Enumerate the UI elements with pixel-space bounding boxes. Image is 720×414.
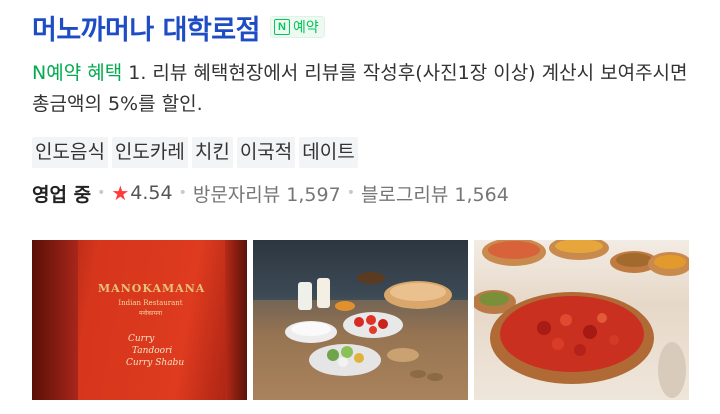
naver-booking-badge[interactable]: N 예약 xyxy=(269,16,325,38)
blog-reviews-link[interactable]: 블로그리뷰 1,564 xyxy=(361,180,509,207)
photo-curry-bowl[interactable] xyxy=(474,240,689,400)
photo-pillar xyxy=(32,240,78,400)
tag-item[interactable]: 인도음식 xyxy=(32,137,108,168)
separator-dot: • xyxy=(346,185,355,201)
tag-item[interactable]: 치킨 xyxy=(191,137,233,168)
sign-subtitle: Indian Restaurant xyxy=(118,299,183,307)
dishes-table-image xyxy=(253,272,468,400)
menu-item: Tandoori xyxy=(132,346,173,356)
naver-n-icon: N xyxy=(273,19,290,35)
tag-item[interactable]: 이국적 xyxy=(236,137,296,168)
star-icon: ★ xyxy=(111,181,130,205)
photo-wall-corner xyxy=(225,240,247,400)
menu-item: Curry Shabu xyxy=(126,358,185,368)
open-status: 영업 중 xyxy=(32,183,92,206)
curry-bowl-image xyxy=(474,240,689,398)
photo-strip: MANOKAMANA Indian Restaurant मनोकामना Cu… xyxy=(32,240,689,400)
separator-dot: • xyxy=(178,185,187,201)
sign-menu: Curry Tandoori Curry Shabu xyxy=(126,333,185,369)
benefit-text: 1. 리뷰 혜택현장에서 리뷰를 작성후(사진1장 이상) 계산시 보여주시면 … xyxy=(32,62,688,115)
restaurant-sign: MANOKAMANA Indian Restaurant मनोकामना xyxy=(98,282,206,317)
status-row: 영업 중 • ★ 4.54 • 방문자리뷰 1,597 • 블로그리뷰 1,56… xyxy=(32,178,509,208)
category-tags: 인도음식 인도카레 치킨 이국적 데이트 xyxy=(32,137,358,168)
sign-name: MANOKAMANA xyxy=(98,282,206,295)
place-name-link[interactable]: 머노까머나 대학로점 xyxy=(32,8,260,47)
benefit-prefix: N예약 혜택 xyxy=(32,62,123,84)
separator-dot: • xyxy=(97,185,106,201)
visitor-reviews-link[interactable]: 방문자리뷰 1,597 xyxy=(193,180,341,207)
sign-subtitle-devanagari: मनोकामना xyxy=(138,310,163,317)
place-header: 머노까머나 대학로점 N 예약 xyxy=(32,8,325,46)
photo-dishes-table[interactable] xyxy=(253,240,468,400)
tag-item[interactable]: 데이트 xyxy=(299,137,358,168)
booking-benefit[interactable]: N예약 혜택 1. 리뷰 혜택현장에서 리뷰를 작성후(사진1장 이상) 계산시… xyxy=(32,58,702,120)
photo-storefront[interactable]: MANOKAMANA Indian Restaurant मनोकामना Cu… xyxy=(32,240,247,400)
booking-badge-label: 예약 xyxy=(292,20,319,36)
tag-item[interactable]: 인도카레 xyxy=(111,137,188,168)
menu-item: Curry xyxy=(128,334,155,344)
rating-value: 4.54 xyxy=(130,182,173,204)
